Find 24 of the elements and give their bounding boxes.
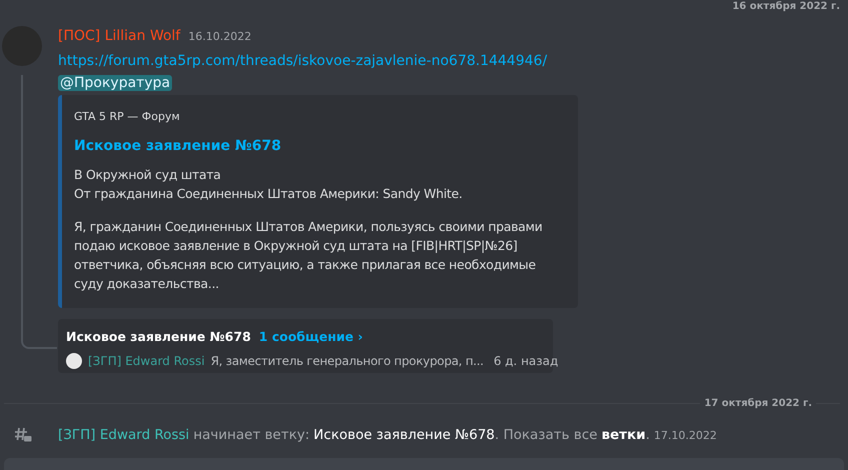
thread-icon (14, 426, 32, 444)
thread-time: 6 д. назад (494, 352, 558, 370)
system-action: начинает ветку: (193, 426, 310, 445)
message-timestamp: 16.10.2022 (188, 29, 252, 45)
date-divider-label: 17 октября 2022 г. (704, 397, 812, 411)
system-timestamp: 17.10.2022 (654, 428, 717, 444)
threads-link[interactable]: ветки (601, 425, 646, 446)
embed-description: В Окружной суд штата От гражданина Соединенных Штатов Америки: Sandy White. (74, 166, 464, 202)
embed-provider: GTA 5 RP — Форум (74, 109, 181, 125)
embed-description: Я, гражданин Соединенных Штатов Америки, пользуясь своими правами подаю исковое заявление в Окружной суд штата на [FIB|HRT|SP|№26] ответчика, объясняя всю ситуацию, а также прилагая все необходимые суду доказательства... (74, 218, 544, 292)
show-all-text: . Показать все (494, 426, 598, 445)
message-count-link[interactable]: 1 сообщение › (258, 328, 363, 347)
thread-author: [ЗГП] Edward Rossi (88, 352, 205, 370)
embed-title[interactable]: Исковое заявление №678 (74, 136, 566, 156)
author-name: [ПОС] Lillian Wolf (58, 27, 180, 46)
thread-name-link[interactable]: Исковое заявление №678 (314, 425, 495, 446)
role-mention[interactable]: @Прокуратура (58, 75, 172, 91)
avatar (66, 352, 82, 369)
period-text: . (646, 426, 650, 445)
message-link[interactable]: https://forum.gta5rp.com/threads/iskovoe-zajavlenie-no678.1444946/ (58, 53, 548, 69)
system-author[interactable]: [ЗГП] Edward Rossi (58, 425, 190, 446)
date-divider-label: 16 октября 2022 г. (732, 2, 840, 12)
thread-last-message: Я, заместитель генерального прокурора, п... (210, 352, 484, 370)
thread-name: Исковое заявление №678 (66, 328, 251, 346)
